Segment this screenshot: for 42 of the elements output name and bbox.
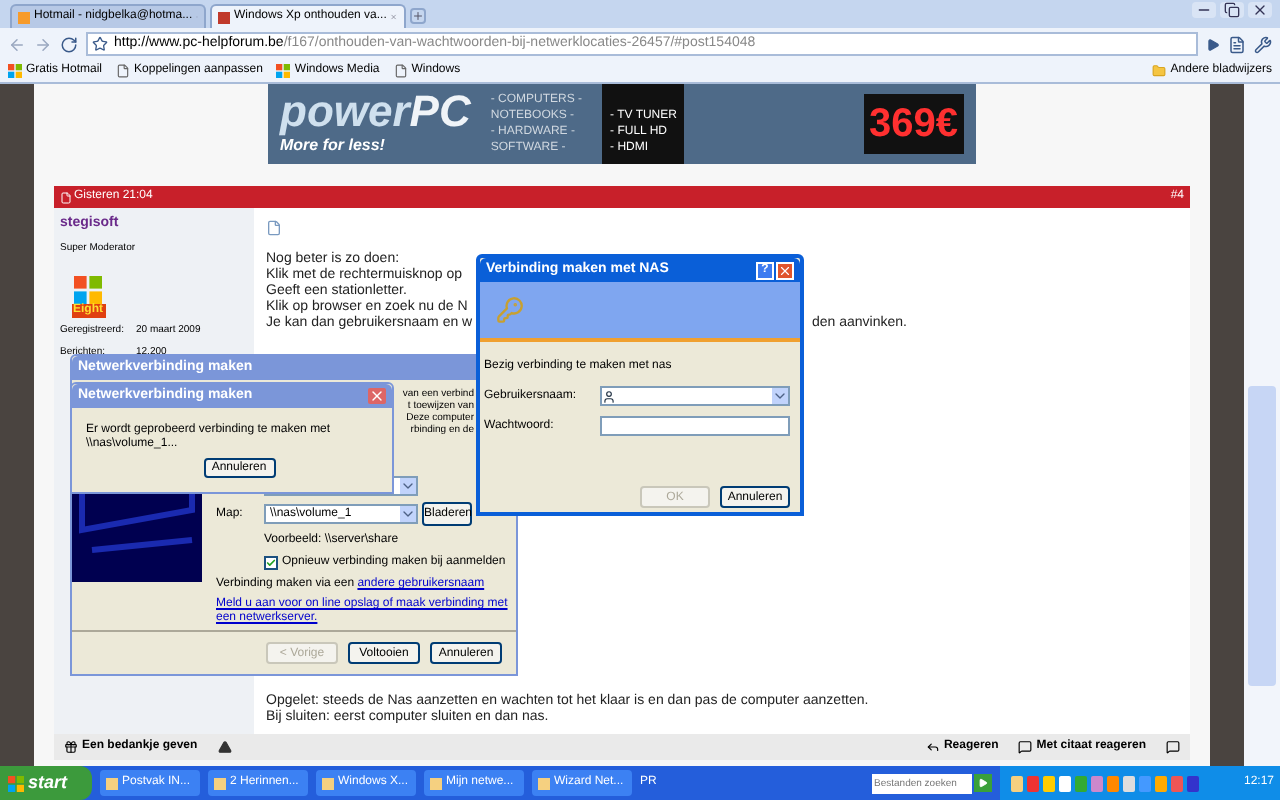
- user-icon: [602, 389, 616, 403]
- banner-price: 369€: [863, 94, 964, 154]
- multi-quote-icon[interactable]: [1166, 740, 1180, 754]
- banner-slogan: More for less!: [280, 136, 387, 158]
- dropdown-arrow-icon[interactable]: [772, 388, 788, 404]
- windows-logo-icon: [276, 64, 291, 78]
- app-icon: [430, 777, 442, 789]
- quote-icon: [1018, 740, 1033, 754]
- report-icon[interactable]: [217, 740, 232, 754]
- page-icon: [116, 64, 131, 78]
- play-icon[interactable]: [1206, 37, 1220, 51]
- folder-icon: [1152, 64, 1167, 78]
- tab-favicon-icon: [218, 11, 230, 23]
- app-icon: [322, 777, 334, 789]
- reload-icon[interactable]: [60, 35, 78, 53]
- go-icon[interactable]: [974, 774, 992, 792]
- document-icon: [266, 220, 282, 236]
- gift-icon: [64, 740, 78, 754]
- dropdown-arrow-icon[interactable]: [400, 478, 416, 494]
- reply-icon: [925, 740, 940, 754]
- username-combo[interactable]: [600, 386, 790, 406]
- page-menu-icon[interactable]: [1228, 35, 1246, 53]
- dropdown-arrow-icon[interactable]: [400, 506, 416, 522]
- windows-logo-icon: [72, 276, 104, 304]
- app-icon: [214, 777, 226, 789]
- start-button[interactable]: start: [0, 766, 92, 800]
- page-icon: [393, 64, 408, 78]
- windows-logo-icon: [8, 64, 22, 78]
- keys-icon: [496, 292, 524, 328]
- password-field[interactable]: [600, 416, 790, 436]
- windows-logo-icon: [8, 775, 24, 791]
- app-icon: [538, 777, 550, 789]
- tab-favicon-icon: [18, 11, 30, 23]
- restore-icon[interactable]: [1220, 2, 1244, 18]
- app-icon: [106, 777, 118, 789]
- minimize-icon[interactable]: [1192, 2, 1216, 18]
- checkbox[interactable]: [264, 556, 278, 570]
- scrollbar[interactable]: [1244, 84, 1280, 766]
- page-icon: [60, 191, 72, 203]
- banner-logo: powerPC: [280, 90, 471, 134]
- settings-icon[interactable]: [1254, 35, 1272, 53]
- bookmark-star-icon[interactable]: [92, 36, 108, 52]
